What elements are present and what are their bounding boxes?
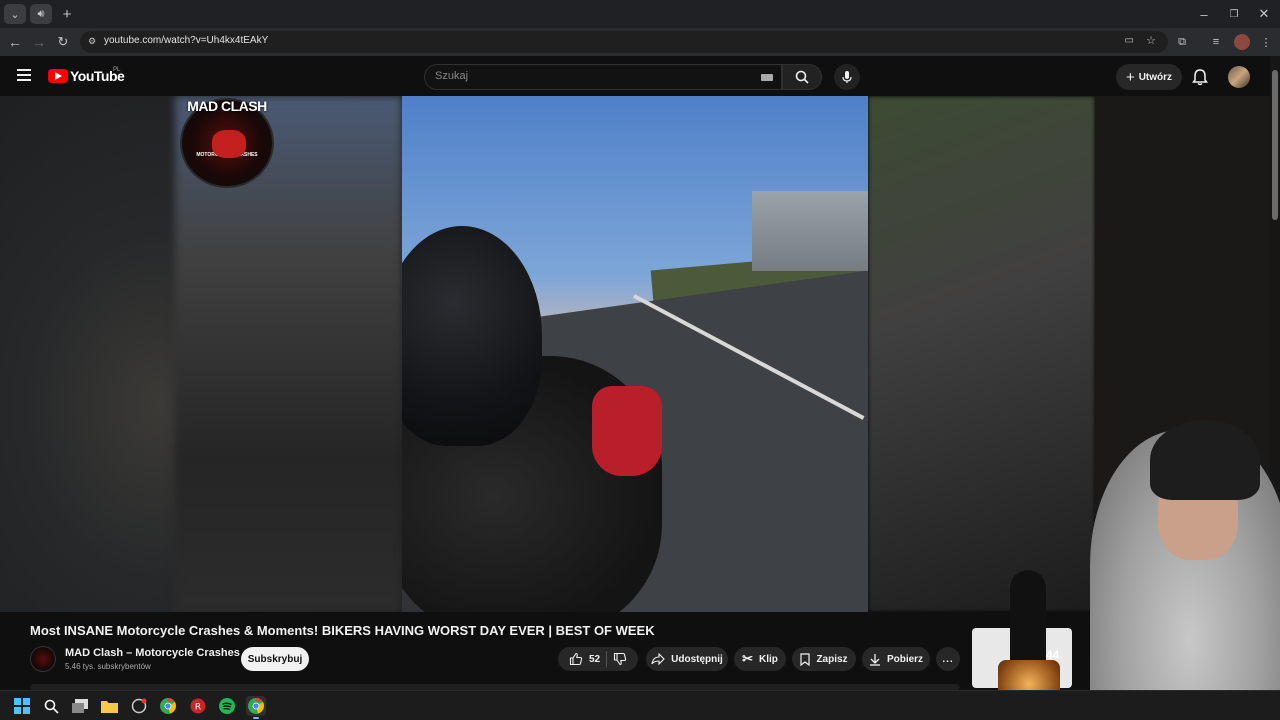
clip-label: Klip [759,653,778,665]
like-divider [606,651,608,667]
save-button[interactable]: Zapisz [792,647,856,671]
share-button[interactable]: Udostępnij [646,647,728,671]
profile-icon[interactable] [1234,34,1250,50]
webcam-cap [1150,420,1260,500]
share-label: Udostępnij [671,653,723,665]
more-actions-button[interactable]: ... [936,647,960,671]
browser-tab-strip: ⌄ 🔊︎ + – ❐ ✕ [0,0,1280,28]
like-button[interactable]: 52 [569,652,600,666]
download-label: Pobierz [886,653,924,665]
keyboard-icon[interactable] [761,74,773,81]
save-label: Zapisz [816,653,848,665]
more-horizontal-icon: ... [942,653,954,665]
account-avatar[interactable] [1228,66,1250,88]
cast-icon[interactable]: ▭ [1125,35,1134,46]
youtube-header: YouTube PL + Utwórz [0,56,1270,96]
download-button[interactable]: Pobierz [862,647,930,671]
like-dislike-group: 52 [558,647,638,671]
video-motorcycle [592,386,662,476]
scrollbar-thumb[interactable] [1272,70,1278,220]
streamer-webcam-overlay: 44 [970,400,1280,720]
windows-taskbar: R [0,690,1280,720]
search-box [424,64,782,90]
url-text: youtube.com/watch?v=Uh4kx4tEAkY [104,35,269,46]
audio-tab-icon[interactable]: 🔊︎ [30,4,52,24]
minimize-icon[interactable]: – [1190,4,1218,24]
reload-icon[interactable]: ↻ [52,32,74,52]
tab-search-chevron-icon[interactable]: ⌄ [4,4,26,24]
file-explorer-icon[interactable] [99,696,119,716]
restore-icon[interactable]: ❐ [1220,4,1248,24]
bookmark-icon [800,652,811,666]
video-frame [402,96,868,612]
like-count: 52 [588,653,601,665]
windows-start-icon[interactable] [12,696,32,716]
chrome-icon[interactable] [158,696,178,716]
search-button[interactable] [782,64,822,90]
video-title: Most INSANE Motorcycle Crashes & Moments… [30,623,655,638]
close-icon[interactable]: ✕ [1250,4,1278,24]
share-arrow-icon [651,653,665,665]
clip-button[interactable]: ✂ Klip [734,647,786,671]
channel-name[interactable]: MAD Clash – Motorcycle Crashes [65,647,240,659]
browser-menu-icon[interactable]: ⋮ [1258,34,1274,50]
plus-icon: + [1125,68,1135,86]
search-icon[interactable] [41,696,61,716]
video-rider-helmet [402,226,542,446]
browser-toolbar: ← → ↻ ⚙︎ youtube.com/watch?v=Uh4kx4tEAkY… [0,28,1280,56]
bookmark-star-icon[interactable]: ☆ [1146,34,1156,47]
search-icon [795,70,809,84]
thumbs-down-icon[interactable] [613,652,627,666]
subscribe-button[interactable]: Subskrybuj [241,647,309,671]
back-icon[interactable]: ← [4,32,26,52]
create-label: Utwórz [1138,71,1173,83]
voice-search-button[interactable] [834,64,860,90]
scissors-icon: ✂ [742,651,753,666]
microphone-icon [842,71,852,83]
country-code: PL [113,67,121,73]
hamburger-menu-icon[interactable] [14,66,34,86]
create-button[interactable]: + Utwórz [1116,64,1182,90]
task-view-icon[interactable] [70,696,90,716]
subscriber-count: 5,46 tys. subskrybentów [65,662,151,671]
forward-icon[interactable]: → [28,32,50,52]
channel-avatar[interactable] [30,646,56,672]
extensions-icon[interactable]: ⧉ [1174,34,1190,50]
search-input[interactable] [435,70,755,82]
watermark-title: MAD CLASH [187,98,267,114]
thumbs-up-icon [569,652,583,666]
motorcycle-logo-icon [212,130,246,158]
active-app-indicator [253,717,259,719]
download-icon [869,653,880,666]
notifications-bell-icon[interactable] [1190,67,1210,87]
chrome-active-icon[interactable] [246,696,266,719]
game-icon[interactable]: R [188,696,208,716]
site-info-icon[interactable]: ⚙︎ [88,36,96,47]
address-bar[interactable]: ⚙︎ youtube.com/watch?v=Uh4kx4tEAkY ▭ ☆ [80,31,1168,53]
video-building [752,191,868,271]
new-tab-button[interactable]: + [56,4,78,24]
reading-list-icon[interactable]: ≡ [1208,34,1224,50]
svg-text:R: R [195,703,201,713]
app-icon[interactable] [129,696,149,716]
youtube-logo-icon[interactable] [48,69,68,83]
channel-watermark-logo: MAD CLASH MOTORCYCLE CRASHES [180,98,274,188]
webcam-overlay-number: 44 [1046,648,1060,662]
spotify-icon[interactable] [217,696,237,716]
